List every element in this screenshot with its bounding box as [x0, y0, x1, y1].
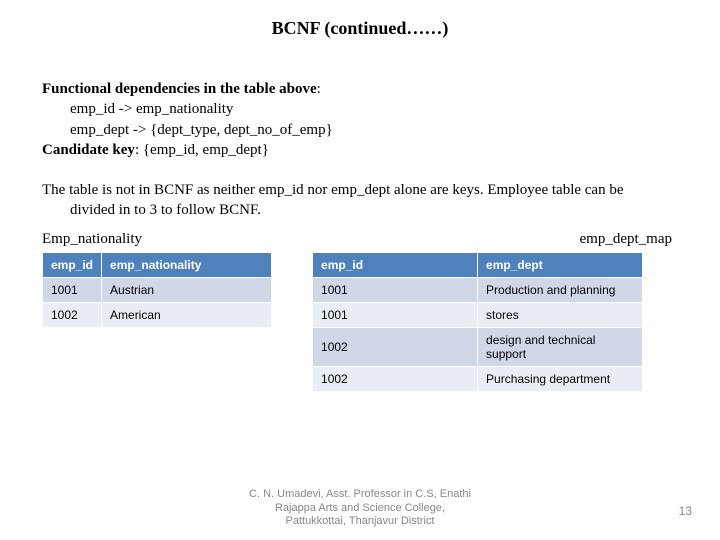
cell: Production and planning — [478, 277, 643, 302]
table-row: emp_id emp_dept — [313, 252, 643, 277]
cell: 1001 — [43, 277, 102, 302]
table2-wrap: emp_id emp_dept 1001 Production and plan… — [312, 252, 643, 392]
cell: design and technical support — [478, 327, 643, 366]
tables-row: emp_id emp_nationality 1001 Austrian 100… — [42, 252, 678, 392]
fd-label: Functional dependencies in the table abo… — [42, 81, 317, 97]
table1-wrap: emp_id emp_nationality 1001 Austrian 100… — [42, 252, 272, 328]
fd-heading: Functional dependencies in the table abo… — [42, 79, 678, 99]
cell: American — [102, 302, 272, 327]
col-header: emp_id — [313, 252, 478, 277]
footer-line3: Pattukkottai, Thanjavur District — [249, 515, 471, 528]
cell: 1001 — [313, 302, 478, 327]
paragraph-line1: The table is not in BCNF as neither emp_… — [42, 180, 678, 200]
table-row: 1001 Austrian — [43, 277, 272, 302]
page-title: BCNF (continued……) — [42, 18, 678, 39]
cell: Purchasing department — [478, 366, 643, 391]
cell: 1002 — [313, 327, 478, 366]
ck-value: {emp_id, emp_dept} — [143, 142, 269, 158]
table-row: 1002 Purchasing department — [313, 366, 643, 391]
footer-line2: Rajappa Arts and Science College, — [249, 502, 471, 515]
col-header: emp_nationality — [102, 252, 272, 277]
cell: Austrian — [102, 277, 272, 302]
cell: stores — [478, 302, 643, 327]
table-row: 1001 stores — [313, 302, 643, 327]
page-number: 13 — [679, 504, 692, 518]
table-row: emp_id emp_nationality — [43, 252, 272, 277]
table2-caption: emp_dept_map — [338, 231, 678, 248]
table-emp-dept-map: emp_id emp_dept 1001 Production and plan… — [312, 252, 643, 392]
paragraph-block: The table is not in BCNF as neither emp_… — [42, 180, 678, 221]
col-header: emp_dept — [478, 252, 643, 277]
paragraph-line2: divided in to 3 to follow BCNF. — [42, 200, 678, 220]
cell: 1001 — [313, 277, 478, 302]
table-row: 1002 American — [43, 302, 272, 327]
fd-line1: emp_id -> emp_nationality — [42, 99, 678, 119]
fd-block: Functional dependencies in the table abo… — [42, 79, 678, 160]
table-row: 1001 Production and planning — [313, 277, 643, 302]
cell: 1002 — [43, 302, 102, 327]
cell: 1002 — [313, 366, 478, 391]
ck-label: Candidate key — [42, 142, 135, 158]
fd-line2: emp_dept -> {dept_type, dept_no_of_emp} — [42, 120, 678, 140]
ck-line: Candidate key: {emp_id, emp_dept} — [42, 140, 678, 160]
footer-line1: C. N. Umadevi, Asst. Professor in C.S, E… — [249, 488, 471, 501]
col-header: emp_id — [43, 252, 102, 277]
table-emp-nationality: emp_id emp_nationality 1001 Austrian 100… — [42, 252, 272, 328]
table1-caption: Emp_nationality — [42, 231, 142, 248]
slide-body: BCNF (continued……) Functional dependenci… — [0, 0, 720, 392]
footer: C. N. Umadevi, Asst. Professor in C.S, E… — [0, 488, 720, 528]
table-row: 1002 design and technical support — [313, 327, 643, 366]
